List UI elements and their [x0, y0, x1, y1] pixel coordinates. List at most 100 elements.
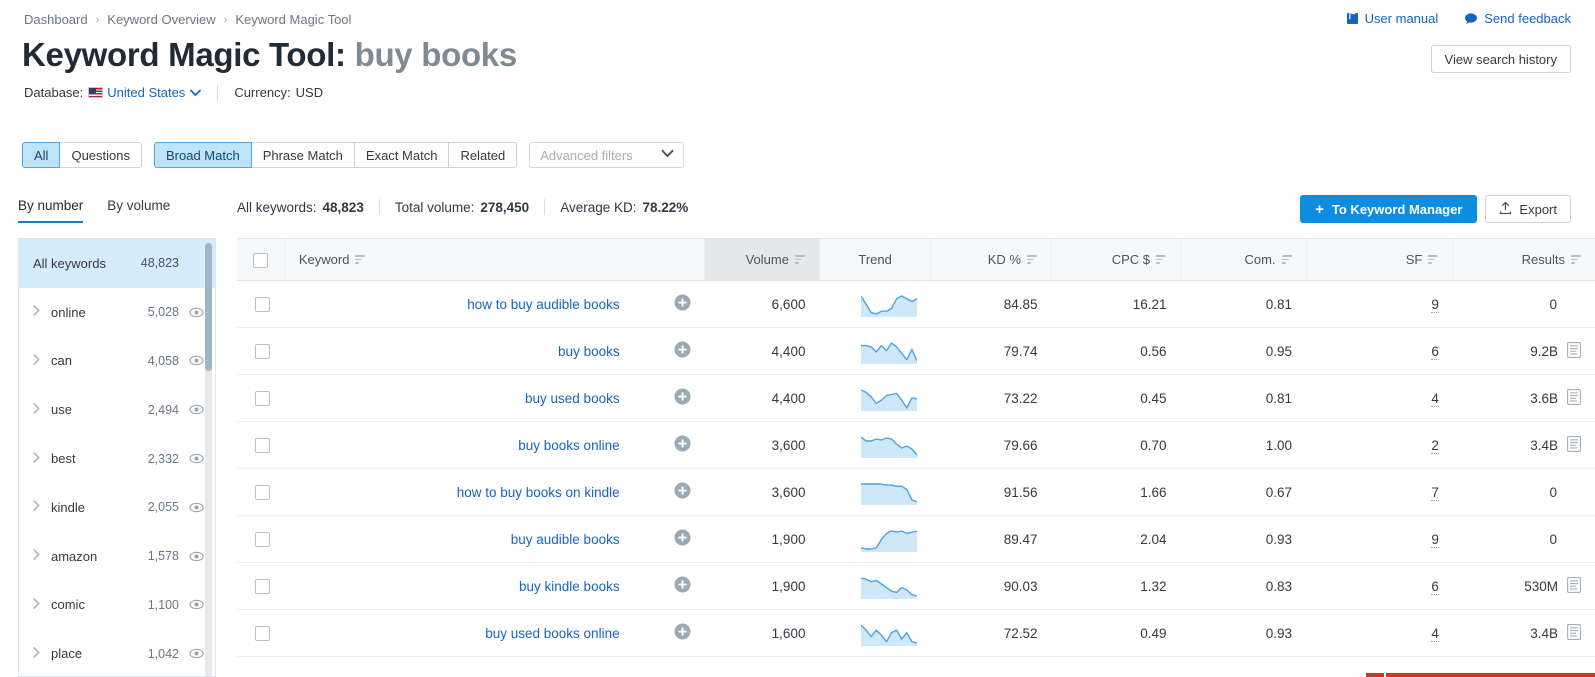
add-keyword-cell[interactable]: [633, 468, 705, 516]
row-checkbox[interactable]: [255, 578, 271, 594]
serp-document-icon[interactable]: [1567, 341, 1581, 361]
keyword-link[interactable]: buy audible books: [511, 532, 620, 547]
row-checkbox[interactable]: [255, 531, 271, 547]
add-keyword-cell[interactable]: [633, 421, 705, 469]
advanced-filters-dropdown[interactable]: Advanced filters: [529, 142, 685, 168]
sort-icon[interactable]: [1571, 255, 1581, 264]
keyword-link[interactable]: how to buy books on kindle: [457, 485, 620, 500]
sort-icon[interactable]: [1281, 255, 1292, 264]
sidebar-item-kindle[interactable]: kindle 2,055: [19, 483, 215, 532]
plus-circle-icon[interactable]: [674, 341, 691, 361]
plus-circle-icon[interactable]: [674, 529, 691, 549]
eye-icon[interactable]: [187, 453, 205, 464]
keyword-link[interactable]: buy used books online: [485, 626, 619, 641]
column-header-results[interactable]: Results: [1452, 238, 1595, 281]
eye-icon[interactable]: [187, 551, 205, 562]
row-select-cell[interactable]: [237, 515, 285, 563]
filter-broad-match-button[interactable]: Broad Match: [154, 142, 252, 168]
keyword-group-list[interactable]: All keywords 48,823 online 5,028 can 4,058 u…: [18, 238, 216, 677]
row-checkbox[interactable]: [255, 343, 271, 359]
breadcrumb-item-keyword-magic-tool[interactable]: Keyword Magic Tool: [235, 12, 351, 27]
view-search-history-button[interactable]: View search history: [1430, 45, 1571, 73]
breadcrumb-item-dashboard[interactable]: Dashboard: [24, 12, 88, 27]
eye-icon[interactable]: [187, 502, 205, 513]
add-keyword-cell[interactable]: [633, 280, 705, 328]
sidebar-item-use[interactable]: use 2,494: [19, 385, 215, 434]
filter-questions-button[interactable]: Questions: [59, 142, 142, 168]
keyword-link[interactable]: buy kindle books: [519, 579, 620, 594]
select-all-header[interactable]: [237, 238, 285, 281]
row-select-cell[interactable]: [237, 609, 285, 657]
chevron-right-icon[interactable]: [33, 305, 45, 319]
sidebar-tab-by-volume[interactable]: By volume: [107, 198, 170, 223]
row-select-cell[interactable]: [237, 421, 285, 469]
keyword-link[interactable]: buy books: [558, 344, 620, 359]
eye-icon[interactable]: [187, 648, 205, 659]
eye-icon[interactable]: [187, 355, 205, 366]
filter-exact-match-button[interactable]: Exact Match: [353, 142, 450, 168]
sort-icon[interactable]: [1156, 255, 1167, 264]
chevron-down-icon[interactable]: [190, 85, 202, 100]
sf-value[interactable]: 6: [1431, 343, 1439, 360]
plus-circle-icon[interactable]: [674, 294, 691, 314]
column-header-keyword[interactable]: Keyword: [283, 238, 705, 281]
table-row[interactable]: buy books 4,400 79.74 0.56 0.95 6 9.2B: [237, 327, 1595, 375]
plus-circle-icon[interactable]: [674, 482, 691, 502]
chevron-right-icon[interactable]: [33, 402, 45, 417]
keyword-link[interactable]: buy books online: [518, 438, 619, 453]
table-row[interactable]: buy used books online 1,600 72.52 0.49 0.93 4…: [237, 609, 1595, 657]
sf-value[interactable]: 2: [1431, 437, 1439, 454]
database-value[interactable]: United States: [107, 85, 185, 100]
sidebar-item-online[interactable]: online 5,028: [19, 288, 215, 337]
row-select-cell[interactable]: [237, 280, 285, 328]
table-row[interactable]: buy books online 3,600 79.66 0.70 1.00 2 3.4B: [237, 421, 1595, 469]
sf-value[interactable]: 6: [1431, 578, 1439, 595]
sort-icon[interactable]: [794, 255, 805, 264]
user-manual-link[interactable]: User manual: [1346, 11, 1438, 26]
sort-icon[interactable]: [1027, 255, 1037, 264]
chevron-right-icon[interactable]: [33, 646, 45, 661]
chevron-right-icon[interactable]: [33, 451, 45, 466]
add-keyword-cell[interactable]: [633, 515, 705, 563]
serp-document-icon[interactable]: [1567, 388, 1581, 408]
breadcrumb-item-keyword-overview[interactable]: Keyword Overview: [107, 12, 215, 27]
row-select-cell[interactable]: [237, 468, 285, 516]
sidebar-scrollbar-thumb[interactable]: [205, 243, 212, 371]
row-checkbox[interactable]: [255, 484, 271, 500]
sidebar-item-all-keywords[interactable]: All keywords 48,823: [19, 239, 215, 288]
chevron-right-icon[interactable]: [33, 598, 45, 612]
column-header-kd[interactable]: KD %: [930, 238, 1052, 281]
eye-icon[interactable]: [187, 599, 205, 610]
row-select-cell[interactable]: [237, 327, 285, 375]
plus-circle-icon[interactable]: [674, 435, 691, 455]
sf-value[interactable]: 4: [1431, 625, 1439, 642]
chevron-right-icon[interactable]: [33, 354, 45, 368]
add-keyword-cell[interactable]: [633, 562, 705, 610]
sf-value[interactable]: 9: [1431, 531, 1439, 548]
table-row[interactable]: how to buy books on kindle 3,600 91.56 1.66…: [237, 468, 1595, 516]
add-keyword-cell[interactable]: [633, 609, 705, 657]
keyword-link[interactable]: buy used books: [525, 391, 620, 406]
filter-related-button[interactable]: Related: [448, 142, 518, 168]
row-select-cell[interactable]: [237, 562, 285, 610]
sidebar-item-best[interactable]: best 2,332: [19, 434, 215, 483]
sidebar-item-comic[interactable]: comic 1,100: [19, 581, 215, 630]
row-checkbox[interactable]: [255, 625, 271, 641]
sf-value[interactable]: 9: [1431, 296, 1439, 313]
sort-icon[interactable]: [355, 255, 366, 264]
column-header-cpc[interactable]: CPC $: [1050, 238, 1181, 281]
plus-circle-icon[interactable]: [674, 623, 691, 643]
row-checkbox[interactable]: [255, 437, 271, 453]
filter-phrase-match-button[interactable]: Phrase Match: [250, 142, 355, 168]
sf-value[interactable]: 7: [1431, 484, 1439, 501]
sidebar-scrollbar[interactable]: [205, 240, 214, 676]
to-keyword-manager-button[interactable]: + To Keyword Manager: [1300, 195, 1478, 223]
add-keyword-cell[interactable]: [633, 374, 705, 422]
eye-icon[interactable]: [187, 307, 205, 318]
add-keyword-cell[interactable]: [633, 327, 705, 375]
table-row[interactable]: buy audible books 1,900 89.47 2.04 0.93 9 0: [237, 515, 1595, 563]
serp-document-icon[interactable]: [1567, 576, 1581, 596]
plus-circle-icon[interactable]: [674, 388, 691, 408]
row-checkbox[interactable]: [255, 296, 271, 312]
sidebar-item-can[interactable]: can 4,058: [19, 337, 215, 386]
